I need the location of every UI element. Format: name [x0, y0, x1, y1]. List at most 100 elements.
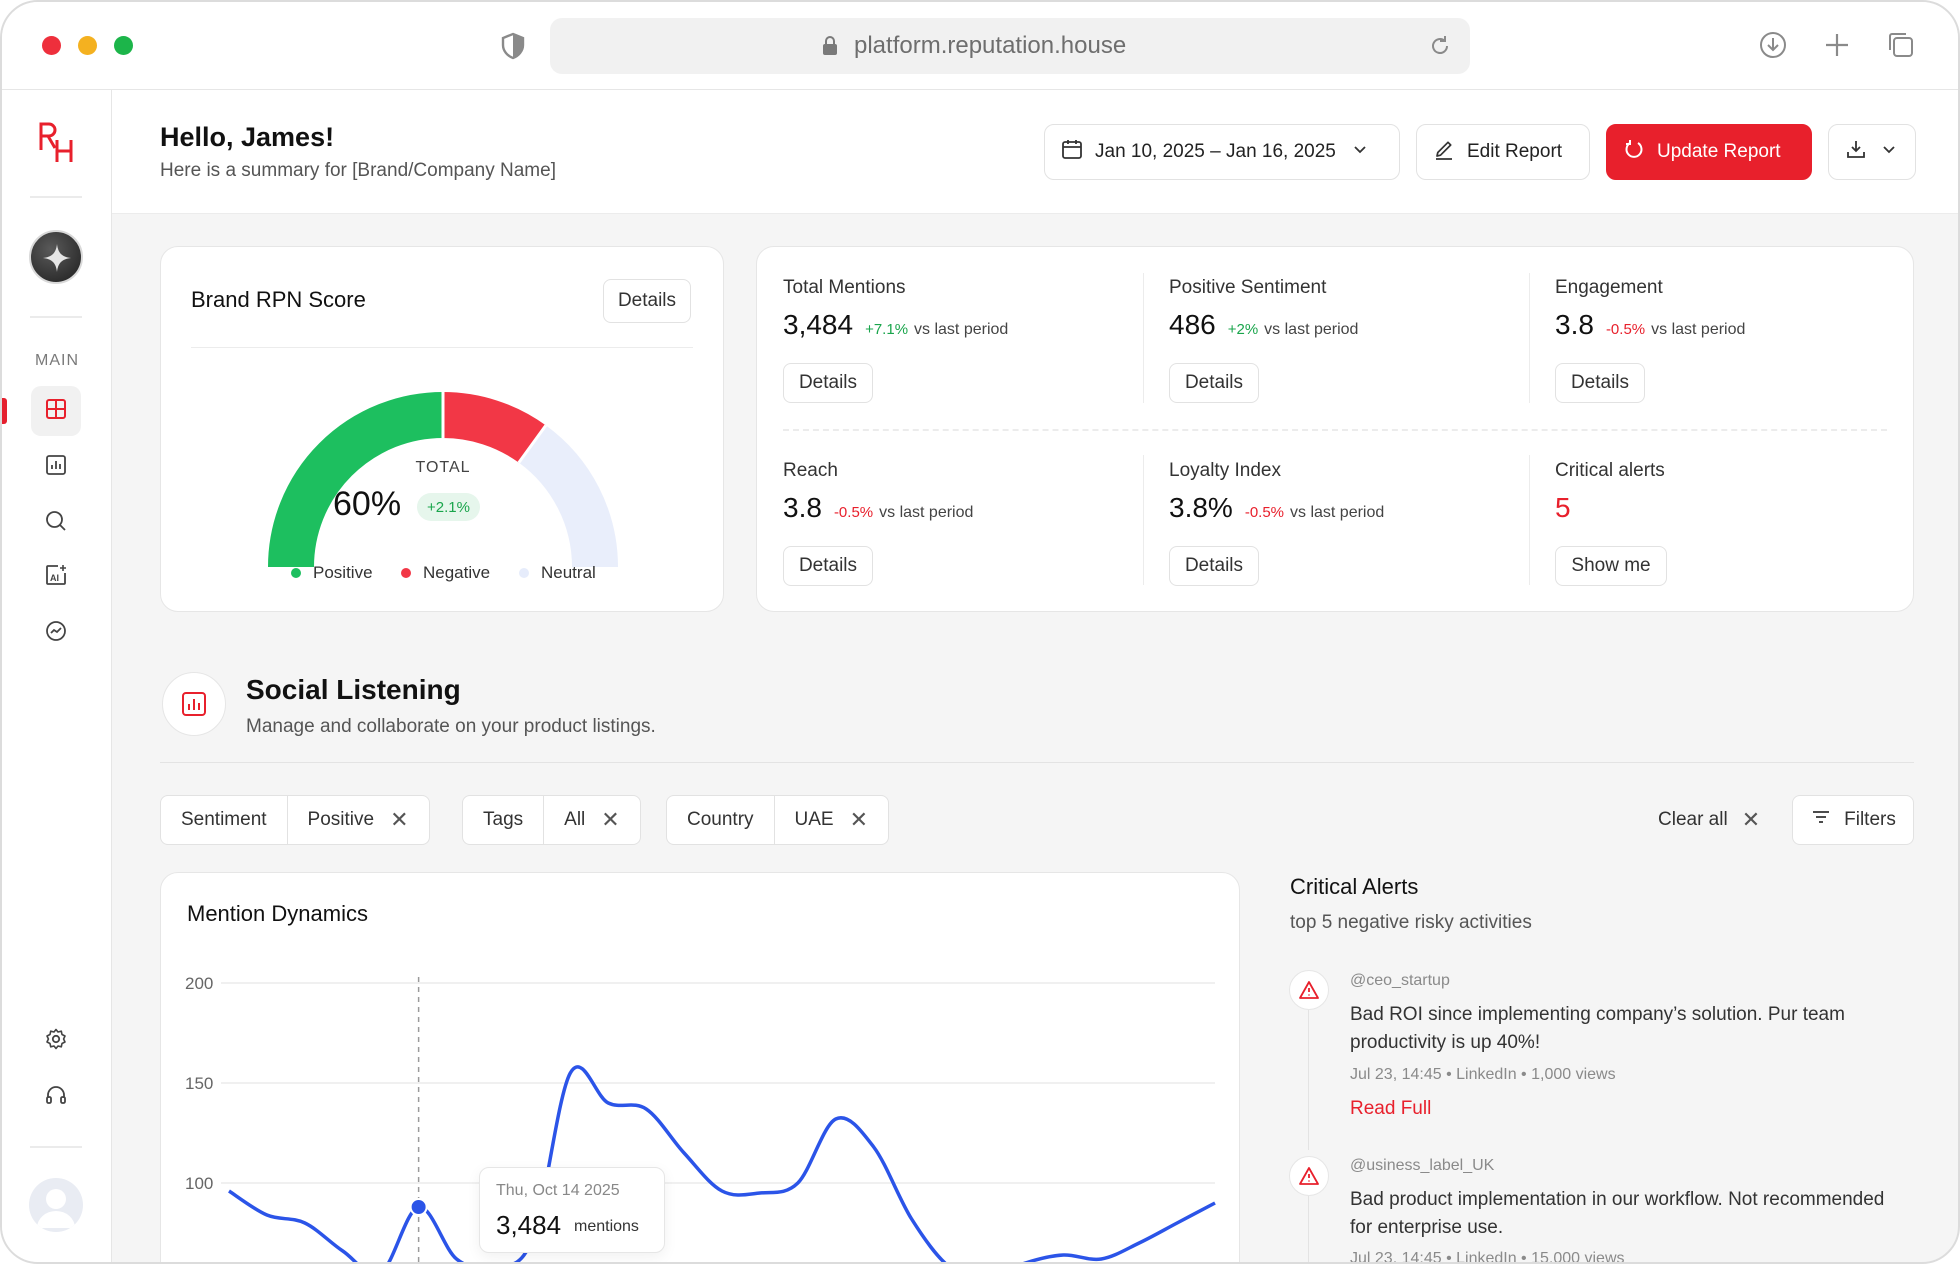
metric-label: Total Mentions	[783, 277, 906, 298]
timeline-line	[1308, 1196, 1309, 1262]
close-icon[interactable]: ✕	[850, 807, 868, 833]
new-tab-icon[interactable]	[1822, 30, 1852, 65]
filter-lines-icon	[1810, 806, 1832, 834]
metric-vs: vs last period	[879, 504, 974, 521]
sidebar-item-search[interactable]	[31, 498, 81, 548]
alert-handle[interactable]: @usiness_label_UK	[1350, 1157, 1494, 1175]
address-bar[interactable]: platform.reputation.house	[550, 18, 1470, 74]
sidebar-item-support[interactable]	[31, 1072, 81, 1122]
metrics-card: Total Mentions 3,484 +7.1% vs last perio…	[756, 246, 1914, 612]
gauge-change-badge: +2.1%	[417, 493, 480, 521]
clear-all-button[interactable]: Clear all ✕	[1658, 807, 1760, 833]
calendar-icon	[1061, 138, 1083, 166]
filters-button[interactable]: Filters	[1792, 795, 1914, 845]
timeline-line	[1308, 1010, 1309, 1150]
alert-text: Bad product implementation in our workfl…	[1350, 1189, 1885, 1238]
metric-vs: vs last period	[1651, 321, 1746, 338]
edit-report-button[interactable]: Edit Report	[1416, 124, 1590, 180]
metric-value-row: 486 +2% vs last period	[1169, 309, 1358, 341]
close-icon[interactable]: ✕	[601, 807, 619, 833]
alert-text: Bad ROI since implementing company’s sol…	[1350, 1004, 1845, 1053]
filter-key: Country	[687, 809, 754, 830]
rpn-title: Brand RPN Score	[191, 287, 366, 312]
close-icon: ✕	[1741, 807, 1761, 832]
grid-icon	[45, 398, 67, 425]
metric-details-button[interactable]: Details	[783, 363, 873, 403]
highlight-point[interactable]	[409, 1198, 428, 1216]
date-range-label: Jan 10, 2025 – Jan 16, 2025	[1095, 141, 1336, 162]
date-range-picker[interactable]: Jan 10, 2025 – Jan 16, 2025	[1044, 124, 1400, 180]
page-title: Hello, James!	[160, 122, 335, 152]
metric-positive-sentiment: Positive Sentiment 486 +2% vs last perio…	[1143, 247, 1529, 430]
sidebar-item-dashboard[interactable]	[31, 386, 81, 436]
filter-value: UAE	[794, 809, 834, 830]
y-tick-label: 100	[185, 1174, 213, 1193]
headset-icon	[44, 1083, 68, 1112]
filter-value-chip[interactable]: UAE ✕	[773, 796, 889, 844]
close-icon[interactable]: ✕	[390, 807, 408, 833]
alert-handle[interactable]: @ceo_startup	[1350, 972, 1450, 990]
metric-label: Engagement	[1555, 277, 1663, 298]
filter-value: All	[564, 809, 586, 830]
filter-value-chip[interactable]: All ✕	[543, 796, 640, 844]
show-alerts-button[interactable]: Show me	[1555, 546, 1667, 586]
workspace-avatar[interactable]	[29, 230, 83, 284]
mention-dynamics-chart[interactable]: 200 150 100	[161, 873, 1241, 1264]
shield-icon[interactable]	[500, 32, 526, 65]
update-report-button[interactable]: Update Report	[1606, 124, 1812, 180]
trend-circle-icon	[44, 619, 68, 648]
metric-engagement: Engagement 3.8 -0.5% vs last period Deta…	[1529, 247, 1915, 430]
user-avatar[interactable]	[29, 1178, 83, 1232]
tabs-overview-icon[interactable]	[1886, 30, 1916, 65]
metric-change: +2%	[1227, 321, 1259, 338]
sidebar-divider	[30, 1146, 82, 1148]
warning-icon	[1289, 970, 1329, 1010]
metric-value: 3.8%	[1169, 492, 1233, 523]
maximize-window-button[interactable]	[114, 36, 133, 55]
minimize-window-button[interactable]	[78, 36, 97, 55]
download-menu-button[interactable]	[1828, 124, 1916, 180]
tooltip-date: Thu, Oct 14 2025	[496, 1182, 620, 1199]
filter-country[interactable]: Country UAE ✕	[666, 795, 890, 845]
download-icon[interactable]	[1758, 30, 1788, 65]
update-report-label: Update Report	[1657, 141, 1781, 162]
sidebar-item-reports[interactable]	[31, 442, 81, 492]
read-full-link[interactable]: Read Full	[1350, 1098, 1431, 1120]
lock-icon	[822, 36, 838, 61]
sidebar-item-ai[interactable]: AI	[31, 552, 81, 602]
filter-value-chip[interactable]: Positive ✕	[286, 796, 429, 844]
filters-label: Filters	[1844, 809, 1896, 830]
tooltip-unit: mentions	[574, 1218, 639, 1235]
metric-details-button[interactable]: Details	[1169, 363, 1259, 403]
filter-sentiment[interactable]: Sentiment Positive ✕	[160, 795, 430, 845]
metric-change: -0.5%	[1605, 321, 1646, 338]
metric-label: Loyalty Index	[1169, 460, 1281, 481]
sidebar-divider	[30, 196, 82, 198]
metric-label: Positive Sentiment	[1169, 277, 1327, 298]
reload-icon[interactable]	[1428, 34, 1452, 63]
close-window-button[interactable]	[42, 36, 61, 55]
legend-label: Positive	[313, 563, 373, 582]
sidebar-item-settings[interactable]	[31, 1016, 81, 1066]
sidebar-item-analytics[interactable]	[31, 608, 81, 658]
chart-tooltip: Thu, Oct 14 2025 3,484 mentions	[479, 1167, 665, 1253]
page-subtitle: Here is a summary for [Brand/Company Nam…	[160, 160, 556, 181]
section-title: Social Listening	[246, 674, 461, 705]
filter-key: Tags	[483, 809, 524, 830]
y-tick-label: 150	[185, 1074, 213, 1093]
metric-details-button[interactable]: Details	[783, 546, 873, 586]
brand-logo[interactable]	[38, 120, 74, 169]
gauge-negative-segment	[442, 392, 546, 464]
filter-tags[interactable]: Tags All ✕	[462, 795, 641, 845]
legend-label: Neutral	[541, 563, 596, 582]
rpn-details-button[interactable]: Details	[603, 279, 691, 323]
rpn-gauge	[268, 392, 618, 568]
tooltip-value: 3,484	[496, 1210, 562, 1240]
edit-report-label: Edit Report	[1467, 141, 1563, 162]
metric-details-button[interactable]: Details	[1555, 363, 1645, 403]
alerts-subtitle: top 5 negative risky activities	[1290, 912, 1532, 933]
metric-label: Critical alerts	[1555, 460, 1665, 481]
mention-dynamics-card: Mention Dynamics 200 150 100 Thu, Oct 14 2…	[160, 872, 1241, 1264]
legend-neutral: Neutral	[519, 563, 596, 583]
metric-details-button[interactable]: Details	[1169, 546, 1259, 586]
